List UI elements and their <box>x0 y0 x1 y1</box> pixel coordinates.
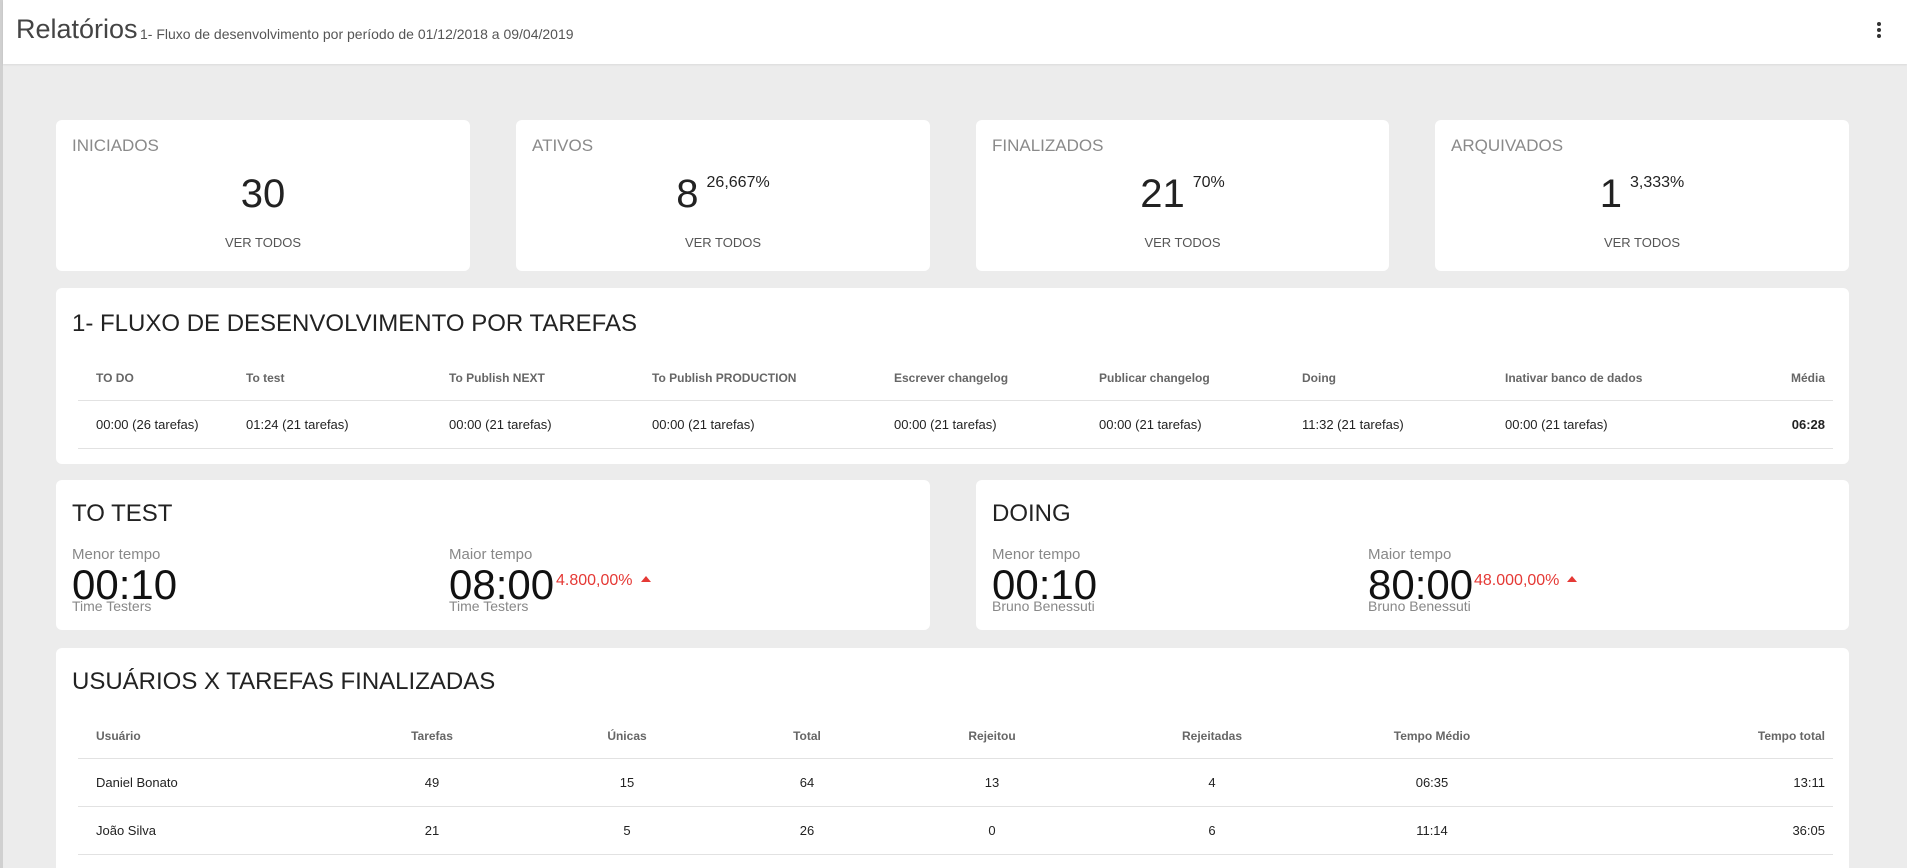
table-cell: 11:32 (21 tarefas) <box>1302 400 1505 449</box>
table-cell: 00:00 (26 tarefas) <box>78 400 246 449</box>
table-cell: 00:00 (21 tarefas) <box>894 400 1099 449</box>
max-time-delta: 4.800,00% <box>556 572 651 590</box>
stat-card-arquivados: ARQUIVADOS 1 3,333% VER TODOS <box>1435 120 1849 271</box>
section-title: TO TEST <box>72 500 173 527</box>
stat-value: 1 <box>1599 172 1622 216</box>
arrow-up-icon <box>1567 576 1578 582</box>
stat-value: 21 <box>1140 172 1185 216</box>
table-row: João Silva 21 5 26 0 6 11:14 36:05 <box>78 806 1833 855</box>
column-header[interactable]: Doing <box>1302 356 1505 401</box>
column-header[interactable]: To Publish PRODUCTION <box>652 356 894 401</box>
stat-label: ATIVOS <box>532 136 594 155</box>
column-header[interactable]: Tempo total <box>1582 714 1833 759</box>
min-time-person: Time Testers <box>72 598 152 614</box>
table-cell: 0 <box>842 806 1142 855</box>
page-subtitle: 1- Fluxo de desenvolvimento por período … <box>140 26 574 42</box>
column-header[interactable]: Publicar changelog <box>1099 356 1302 401</box>
column-header[interactable]: Tarefas <box>382 714 482 759</box>
table-cell: 13 <box>842 758 1142 807</box>
table-cell: 11:14 <box>1282 806 1582 855</box>
column-header[interactable]: Total <box>772 714 842 759</box>
max-time-person: Bruno Benessuti <box>1368 598 1471 614</box>
stat-label: FINALIZADOS <box>992 136 1104 155</box>
users-table: Usuário Tarefas Únicas Total Rejeitou Re… <box>78 714 1833 855</box>
table-cell: 15 <box>482 758 772 807</box>
delta-value: 48.000,00% <box>1474 572 1560 589</box>
more-vert-icon[interactable] <box>1869 20 1889 44</box>
flow-card: 1- FLUXO DE DESENVOLVIMENTO POR TAREFAS … <box>56 288 1849 464</box>
stat-percent: 26,667% <box>706 173 770 191</box>
to-test-card: TO TEST Menor tempo 00:10 Time Testers M… <box>56 480 930 630</box>
table-cell: 6 <box>1142 806 1282 855</box>
user-name-cell: João Silva <box>78 806 382 855</box>
max-time-person: Time Testers <box>449 598 529 614</box>
window-edge <box>0 0 3 868</box>
column-header[interactable]: Inativar banco de dados <box>1505 356 1755 401</box>
min-time-person: Bruno Benessuti <box>992 598 1095 614</box>
stat-percent: 70% <box>1192 173 1225 191</box>
column-header[interactable]: Rejeitadas <box>1142 714 1282 759</box>
table-cell: 49 <box>382 758 482 807</box>
stat-value: 8 <box>676 172 699 216</box>
column-header[interactable]: To Publish NEXT <box>449 356 652 401</box>
column-header[interactable]: Escrever changelog <box>894 356 1099 401</box>
page-title: Relatórios <box>16 14 138 44</box>
table-cell: 64 <box>772 758 842 807</box>
table-cell: 13:11 <box>1582 758 1833 807</box>
table-cell: 36:05 <box>1582 806 1833 855</box>
table-cell: 00:00 (21 tarefas) <box>1505 400 1755 449</box>
average-cell: 06:28 <box>1755 400 1833 449</box>
view-all-link[interactable]: VER TODOS <box>516 235 930 250</box>
user-name-cell: Daniel Bonato <box>78 758 382 807</box>
view-all-link[interactable]: VER TODOS <box>976 235 1389 250</box>
column-header[interactable]: Usuário <box>78 714 382 759</box>
section-title: 1- FLUXO DE DESENVOLVIMENTO POR TAREFAS <box>72 310 638 337</box>
table-cell: 26 <box>772 806 842 855</box>
delta-value: 4.800,00% <box>556 572 633 589</box>
column-header[interactable]: Únicas <box>482 714 772 759</box>
section-title: DOING <box>992 500 1071 527</box>
top-bar: Relatórios 1- Fluxo de desenvolvimento p… <box>3 0 1907 64</box>
table-row: 00:00 (26 tarefas) 01:24 (21 tarefas) 00… <box>78 400 1833 449</box>
table-cell: 21 <box>382 806 482 855</box>
table-cell: 5 <box>482 806 772 855</box>
column-header[interactable]: To test <box>246 356 449 401</box>
column-header[interactable]: Média <box>1755 356 1833 401</box>
table-cell: 00:00 (21 tarefas) <box>652 400 894 449</box>
table-cell: 01:24 (21 tarefas) <box>246 400 449 449</box>
stat-card-finalizados: FINALIZADOS 21 70% VER TODOS <box>976 120 1389 271</box>
table-cell: 4 <box>1142 758 1282 807</box>
column-header[interactable]: Rejeitou <box>842 714 1142 759</box>
stat-value: 30 <box>240 172 286 216</box>
column-header[interactable]: TO DO <box>78 356 246 401</box>
stat-percent: 3,333% <box>1629 173 1685 191</box>
doing-card: DOING Menor tempo 00:10 Bruno Benessuti … <box>976 480 1849 630</box>
flow-table: TO DO To test To Publish NEXT To Publish… <box>78 356 1833 449</box>
stat-card-ativos: ATIVOS 8 26,667% VER TODOS <box>516 120 930 271</box>
column-header[interactable]: Tempo Médio <box>1282 714 1582 759</box>
stat-card-iniciados: INICIADOS 30 VER TODOS <box>56 120 470 271</box>
users-card: USUÁRIOS X TAREFAS FINALIZADAS Usuário T… <box>56 648 1849 868</box>
stat-label: ARQUIVADOS <box>1451 136 1564 155</box>
max-time-delta: 48.000,00% <box>1474 572 1578 590</box>
table-cell: 06:35 <box>1282 758 1582 807</box>
table-cell: 00:00 (21 tarefas) <box>449 400 652 449</box>
view-all-link[interactable]: VER TODOS <box>1435 235 1849 250</box>
table-cell: 00:00 (21 tarefas) <box>1099 400 1302 449</box>
section-title: USUÁRIOS X TAREFAS FINALIZADAS <box>72 668 496 695</box>
view-all-link[interactable]: VER TODOS <box>56 235 470 250</box>
table-row: Daniel Bonato 49 15 64 13 4 06:35 13:11 <box>78 758 1833 807</box>
stat-label: INICIADOS <box>72 136 159 155</box>
arrow-up-icon <box>640 576 651 582</box>
